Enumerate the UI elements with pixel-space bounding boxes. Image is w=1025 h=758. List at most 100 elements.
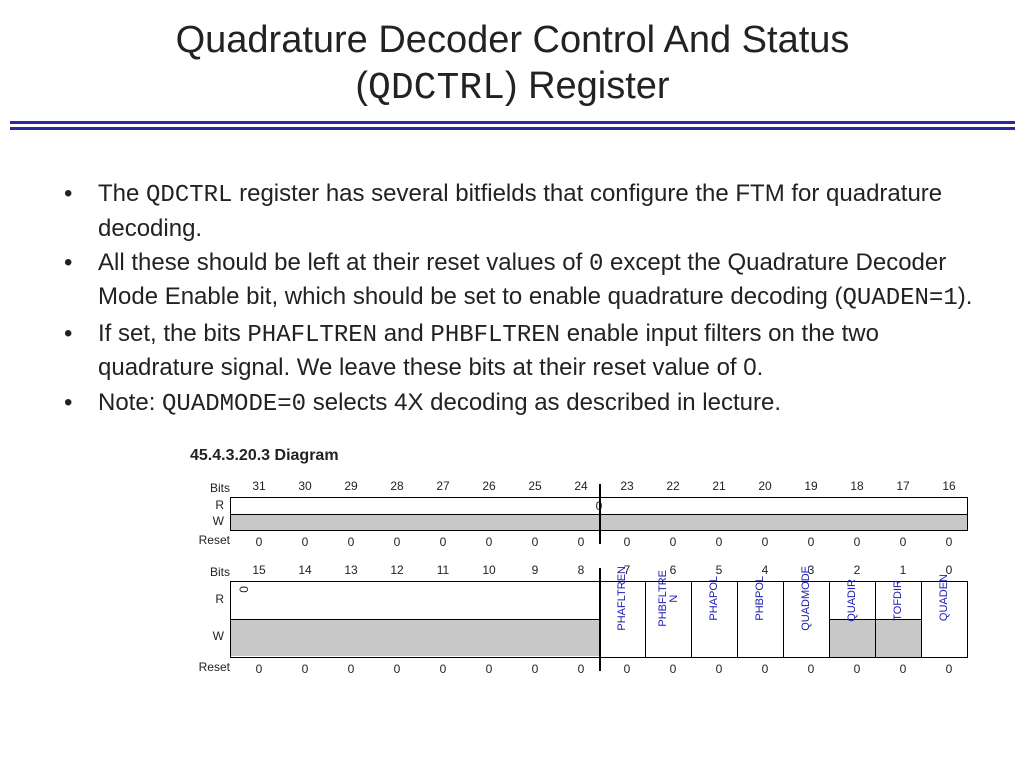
bit-number: 26 [466, 479, 512, 497]
bitfield-quaden: QUADEN [921, 582, 967, 657]
reset-value: 0 [926, 531, 972, 549]
bullet-code: PHAFLTREN [247, 322, 377, 349]
title-line2-pre: ( [355, 65, 368, 107]
reset-value: 0 [558, 531, 604, 549]
label-w-lower: W [190, 618, 230, 655]
reset-value: 0 [834, 531, 880, 549]
reset-value: 0 [880, 531, 926, 549]
bit-number: 22 [650, 479, 696, 497]
bullet-code: 0 [589, 251, 603, 278]
reset-value: 0 [236, 658, 282, 676]
diagram-heading: 45.4.3.20.3 Diagram [190, 447, 980, 465]
bitfield-label: QUADIR [847, 577, 858, 624]
reset-value: 0 [466, 531, 512, 549]
bitfield-label: TOFDIR [893, 578, 904, 623]
bullet-code: QUADEN=1 [843, 285, 958, 312]
bullet-item: Note: QUADMODE=0 selects 4X decoding as … [70, 387, 980, 421]
bit-number: 12 [374, 563, 420, 581]
bitfield-label: PHAFLTREN [617, 564, 628, 633]
reset-value: 0 [466, 658, 512, 676]
bitfield-quadir: QUADIR [829, 582, 875, 657]
reg-lower: Bits 1514131211109876543210 R W 0 PHAFLT… [190, 563, 980, 676]
reset-value: 0 [512, 531, 558, 549]
bit-number: 30 [282, 479, 328, 497]
bit-number: 25 [512, 479, 558, 497]
bullet-code: QDCTRL [146, 182, 232, 209]
reg-upper: Bits 31302928272625242322212019181716 R … [190, 479, 980, 549]
bit-number: 31 [236, 479, 282, 497]
reset-value: 0 [696, 658, 742, 676]
bullet-text: All these should be left at their reset … [98, 249, 589, 276]
bit-number: 18 [834, 479, 880, 497]
reset-value: 0 [374, 531, 420, 549]
bit-number: 20 [742, 479, 788, 497]
reset-value: 0 [880, 658, 926, 676]
bullet-text: selects 4X decoding as described in lect… [306, 389, 781, 416]
bitfield-label: PHAPOL [709, 574, 720, 623]
reset-value: 0 [696, 531, 742, 549]
bitfield-quadmode: QUADMODE [783, 582, 829, 657]
reset-value: 0 [650, 531, 696, 549]
bit-number: 19 [788, 479, 834, 497]
label-bits-lower: Bits [190, 565, 236, 579]
reset-value: 0 [236, 531, 282, 549]
lower-reserved-0: 0 [237, 586, 251, 593]
bitfield-phbpol: PHBPOL [737, 582, 783, 657]
reset-value: 0 [788, 658, 834, 676]
reset-value: 0 [788, 531, 834, 549]
reg-upper-box: 0 [230, 497, 968, 531]
reset-value: 0 [282, 531, 328, 549]
bitfield-label: QUADMODE [801, 564, 812, 633]
label-r-upper: R [190, 497, 230, 513]
title-line1: Quadrature Decoder Control And Status [176, 19, 850, 61]
reset-value: 0 [558, 658, 604, 676]
bit-number: 16 [926, 479, 972, 497]
bit-number: 27 [420, 479, 466, 497]
bullet-text: If set, the bits [98, 320, 247, 347]
label-reset-lower: Reset [190, 660, 236, 674]
bullet-text: ). [958, 283, 973, 310]
title-line2-mono: QDCTRL [368, 67, 505, 110]
reset-value: 0 [374, 658, 420, 676]
reset-value: 0 [420, 531, 466, 549]
bit-number: 15 [236, 563, 282, 581]
reset-value: 0 [742, 531, 788, 549]
reset-value: 0 [834, 658, 880, 676]
bitfield-label: QUADEN [939, 572, 950, 623]
bullet-item: All these should be left at their reset … [70, 247, 980, 316]
reset-value: 0 [420, 658, 466, 676]
bit-number: 13 [328, 563, 374, 581]
bitfield-label: PHBPOL [755, 574, 766, 623]
bit-number: 21 [696, 479, 742, 497]
bit-number: 29 [328, 479, 374, 497]
reset-value: 0 [650, 658, 696, 676]
bullet-item: If set, the bits PHAFLTREN and PHBFLTREN… [70, 318, 980, 385]
reset-value: 0 [512, 658, 558, 676]
reset-value: 0 [604, 531, 650, 549]
reset-value: 0 [926, 658, 972, 676]
bitfield-phafltren: PHAFLTREN [599, 582, 645, 657]
label-r-lower: R [190, 581, 230, 618]
bullet-code: QUADMODE=0 [162, 391, 306, 418]
bit-number: 11 [420, 563, 466, 581]
title-rule [10, 121, 1015, 130]
bullet-list: The QDCTRL register has several bitfield… [0, 138, 1025, 433]
bit-number: 24 [558, 479, 604, 497]
title-line2-post: ) Register [505, 65, 670, 107]
reset-value: 0 [604, 658, 650, 676]
reset-value: 0 [328, 531, 374, 549]
bullet-item: The QDCTRL register has several bitfield… [70, 178, 980, 245]
reset-value: 0 [328, 658, 374, 676]
bit-number: 23 [604, 479, 650, 497]
reg-lower-box: 0 PHAFLTRENPHBFLTRE NPHAPOLPHBPOLQUADMOD… [230, 581, 968, 658]
bullet-text: Note: [98, 389, 162, 416]
bit8-separator-lower [599, 568, 601, 671]
bullet-text: The [98, 180, 146, 207]
bitfield-phapol: PHAPOL [691, 582, 737, 657]
label-bits-upper: Bits [190, 481, 236, 495]
bit-number: 28 [374, 479, 420, 497]
bullet-code: PHBFLTREN [430, 322, 560, 349]
lower-reserved: 0 [231, 582, 599, 657]
register-diagram: 45.4.3.20.3 Diagram Bits 313029282726252… [0, 433, 980, 676]
slide-title: Quadrature Decoder Control And Status (Q… [0, 0, 1025, 121]
